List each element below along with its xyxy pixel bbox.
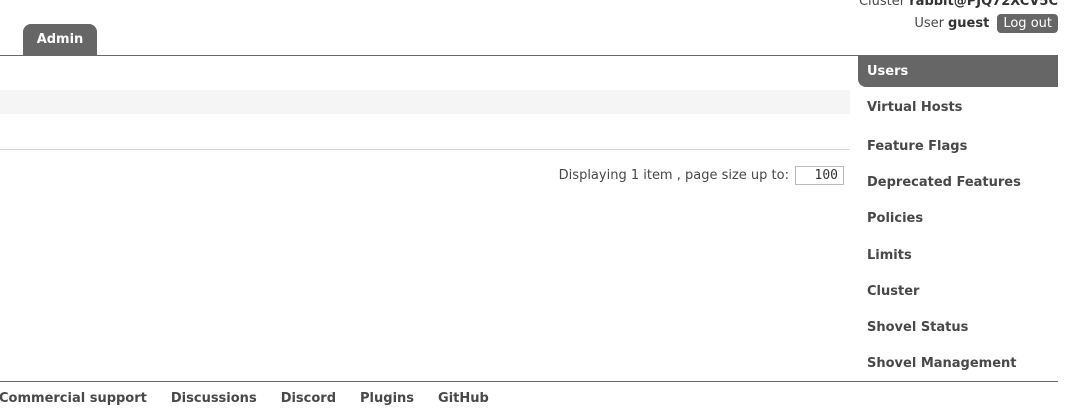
sidebar-item-feature-flags[interactable]: Feature Flags	[858, 128, 1058, 164]
footer-link-discord[interactable]: Discord	[281, 391, 336, 406]
logout-button[interactable]: Log out	[997, 14, 1058, 33]
admin-sidebar: Users Virtual Hosts Feature Flags Deprec…	[858, 56, 1058, 382]
footer-link-github[interactable]: GitHub	[438, 391, 489, 406]
pagination-text: Displaying 1 item , page size up to:	[558, 168, 789, 183]
pagination: Displaying 1 item , page size up to:	[559, 166, 844, 185]
sidebar-item-users[interactable]: Users	[858, 56, 1058, 87]
footer: Commercial support Discussions Discord P…	[0, 391, 489, 406]
sidebar-item-shovel-status[interactable]: Shovel Status	[858, 309, 1058, 345]
cluster-label: Cluster	[858, 0, 906, 9]
footer-divider	[0, 381, 1058, 382]
cluster-info: Cluster rabbit@PJQ72XCV5C	[859, 0, 1058, 9]
table-row	[0, 90, 850, 114]
sidebar-item-shovel-management[interactable]: Shovel Management	[858, 346, 1058, 382]
user-label: User	[914, 16, 944, 31]
sidebar-item-limits[interactable]: Limits	[858, 237, 1058, 273]
table-divider	[0, 149, 850, 150]
footer-link-commercial-support[interactable]: Commercial support	[0, 391, 147, 406]
footer-link-plugins[interactable]: Plugins	[360, 391, 414, 406]
page-size-input[interactable]	[795, 166, 844, 185]
sidebar-item-policies[interactable]: Policies	[858, 201, 1058, 237]
sidebar-item-virtual-hosts[interactable]: Virtual Hosts	[858, 87, 1058, 128]
page: Cluster rabbit@PJQ72XCV5C User guest Log…	[0, 0, 1086, 412]
tab-admin[interactable]: Admin	[23, 24, 97, 55]
footer-link-discussions[interactable]: Discussions	[171, 391, 257, 406]
tab-previous-fragment[interactable]: :	[0, 31, 1, 46]
user-name: guest	[948, 16, 990, 31]
sidebar-item-cluster[interactable]: Cluster	[858, 273, 1058, 309]
user-info: User guest Log out	[914, 14, 1058, 33]
cluster-name: rabbit@PJQ72XCV5C	[909, 0, 1058, 9]
sidebar-item-deprecated-features[interactable]: Deprecated Features	[858, 164, 1058, 200]
